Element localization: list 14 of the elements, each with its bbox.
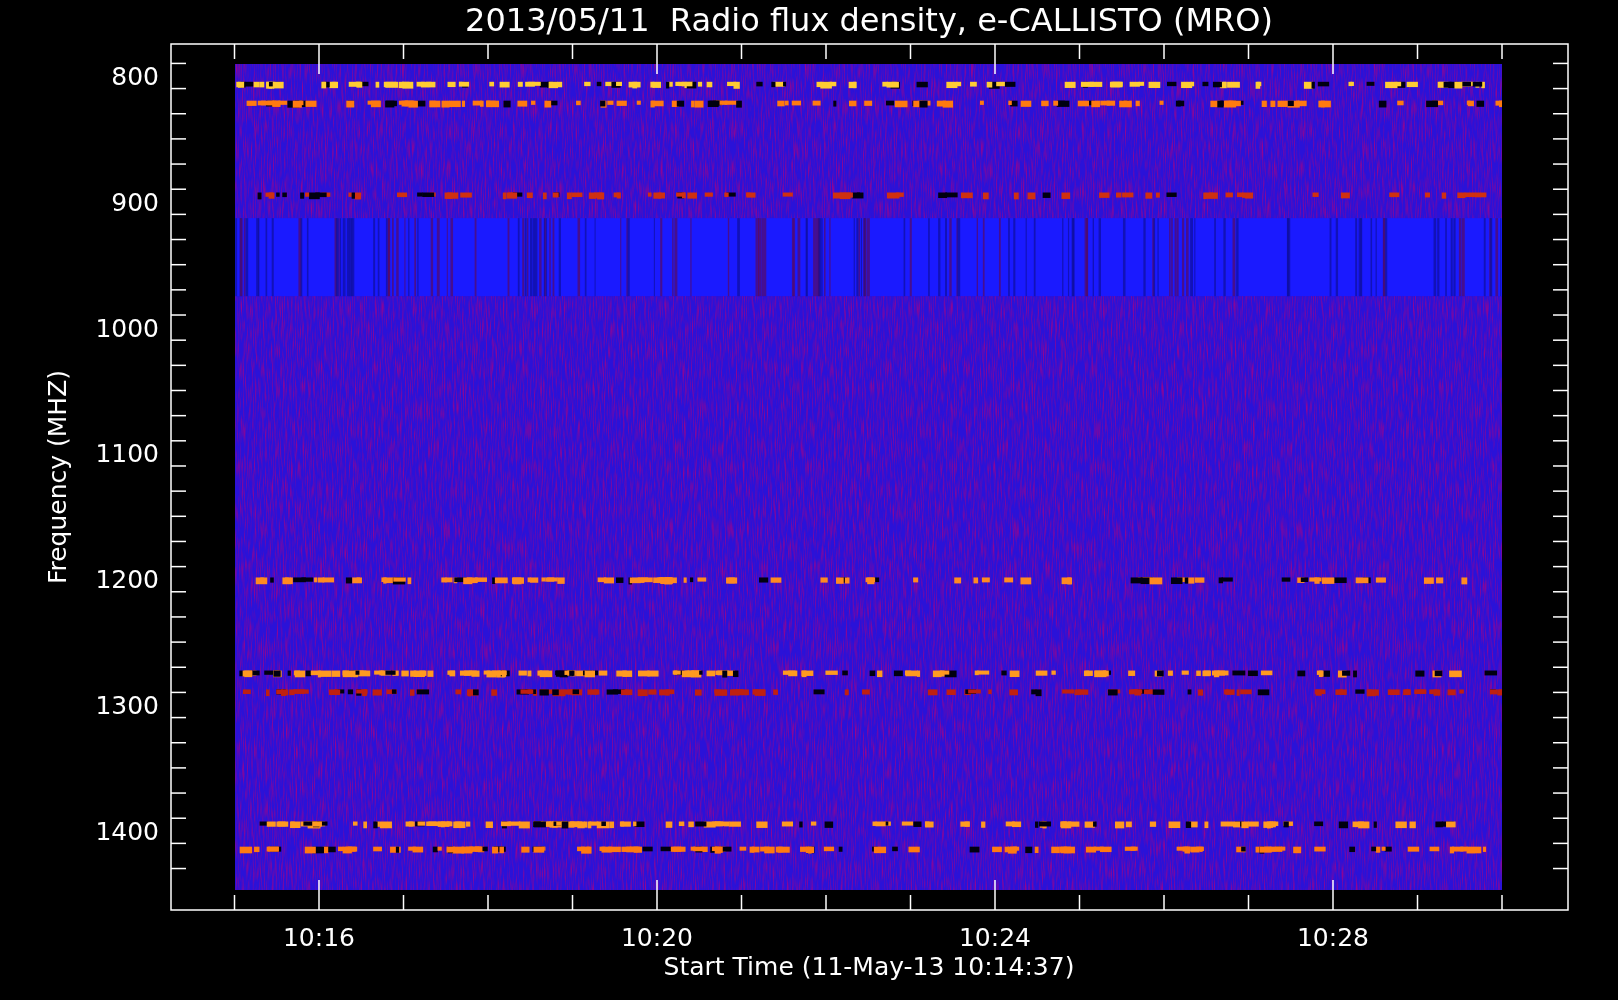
y-axis-label: 1000 <box>95 313 159 343</box>
y-axis-label: 1100 <box>95 439 159 469</box>
x-axis-label: 10:24 <box>959 923 1031 952</box>
x-axis-title: Start Time (11-May-13 10:14:37) <box>663 952 1075 981</box>
y-axis-label: 900 <box>111 187 159 217</box>
x-axis-label: 10:28 <box>1297 923 1369 952</box>
y-axis-label: 1300 <box>95 691 159 720</box>
y-axis-label: 1200 <box>95 565 159 595</box>
chart-title: 2013/05/11 Radio flux density, e-CALLISTO (MRO) <box>465 1 1273 39</box>
y-axis-label: 800 <box>111 62 159 91</box>
y-axis-label: 1400 <box>95 816 159 846</box>
x-axis-label: 10:20 <box>621 923 693 952</box>
y-axis-title: Frequency (MHZ) <box>43 369 72 585</box>
x-axis-label: 10:16 <box>283 923 355 952</box>
